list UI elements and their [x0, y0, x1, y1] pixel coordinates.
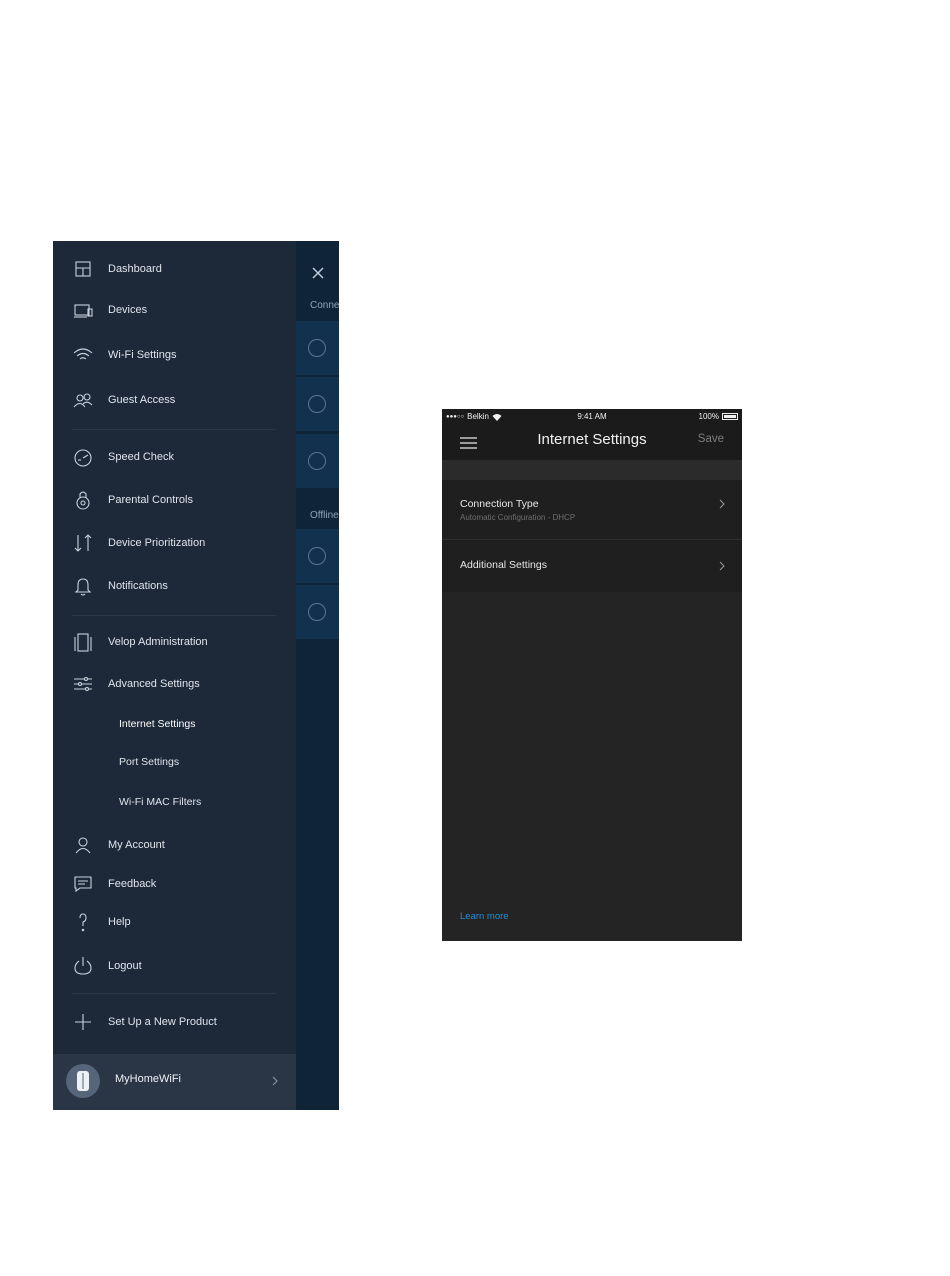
menu-item-label: Device Prioritization — [108, 537, 206, 549]
device-prioritization-icon — [72, 532, 94, 554]
menu-item-label: Devices — [108, 304, 148, 316]
speed-check-icon — [72, 446, 94, 468]
close-icon[interactable] — [310, 265, 326, 281]
save-button[interactable]: Save — [698, 433, 724, 445]
power-icon — [72, 955, 94, 977]
wifi-icon — [72, 344, 94, 366]
dashboard-icon — [72, 258, 94, 280]
menu-item-label: Notifications — [108, 580, 168, 592]
device-row[interactable] — [296, 529, 339, 583]
connection-type-row[interactable]: Connection Type Automatic Configuration … — [442, 480, 742, 539]
menu-item-label: Logout — [108, 960, 142, 972]
bell-icon — [72, 575, 94, 597]
navigation-drawer: Dashboard Devices Wi-Fi Settings Guest A… — [53, 241, 296, 1110]
menu-item-label: Set Up a New Product — [108, 1016, 217, 1028]
chevron-right-icon — [719, 561, 725, 571]
menu-item-feedback[interactable]: Feedback — [53, 868, 296, 900]
learn-more-link[interactable]: Learn more — [460, 911, 509, 922]
avatar — [66, 1064, 100, 1098]
menu-item-set-up-new-product[interactable]: Set Up a New Product — [53, 1006, 296, 1038]
section-spacer — [442, 460, 742, 480]
device-status-icon — [308, 339, 326, 357]
device-row[interactable] — [296, 585, 339, 639]
menu-item-devices[interactable]: Devices — [53, 294, 296, 326]
device-row[interactable] — [296, 434, 339, 488]
menu-item-notifications[interactable]: Notifications — [53, 570, 296, 602]
menu-item-my-account[interactable]: My Account — [53, 829, 296, 861]
menu-item-label: Help — [108, 916, 131, 928]
menu-item-help[interactable]: Help — [53, 906, 296, 938]
menu-divider — [72, 993, 276, 994]
velop-node-icon — [77, 1071, 89, 1091]
submenu-item-label: Port Settings — [119, 756, 180, 768]
connection-type-label: Connection Type — [460, 498, 539, 510]
battery-percent: 100% — [698, 412, 719, 421]
menu-item-wifi-settings[interactable]: Wi-Fi Settings — [53, 339, 296, 371]
chevron-right-icon — [272, 1076, 278, 1086]
menu-item-label: Wi-Fi Settings — [108, 349, 177, 361]
feedback-icon — [72, 873, 94, 895]
help-icon — [72, 911, 94, 933]
guest-access-icon — [72, 389, 94, 411]
submenu-item-wifi-mac-filters[interactable]: Wi-Fi MAC Filters — [53, 786, 296, 818]
menu-item-device-prioritization[interactable]: Device Prioritization — [53, 527, 296, 559]
internet-settings-screen: ●●●○○ Belkin 9:41 AM 100% Internet Setti… — [442, 409, 742, 941]
menu-item-guest-access[interactable]: Guest Access — [53, 384, 296, 416]
velop-icon — [72, 631, 94, 653]
network-name: MyHomeWiFi — [115, 1073, 181, 1085]
battery-icon — [722, 413, 738, 420]
menu-item-label: Guest Access — [108, 394, 176, 406]
status-bar: ●●●○○ Belkin 9:41 AM 100% — [442, 409, 742, 425]
menu-item-label: Feedback — [108, 878, 157, 890]
menu-item-label: Dashboard — [108, 263, 162, 275]
device-status-icon — [308, 452, 326, 470]
device-row[interactable] — [296, 321, 339, 375]
menu-item-label: Advanced Settings — [108, 678, 200, 690]
device-status-icon — [308, 547, 326, 565]
menu-item-speed-check[interactable]: Speed Check — [53, 441, 296, 473]
device-row[interactable] — [296, 377, 339, 431]
device-status-icon — [308, 395, 326, 413]
status-time: 9:41 AM — [577, 412, 607, 421]
user-icon — [72, 834, 94, 856]
menu-divider — [72, 429, 276, 430]
submenu-item-internet-settings[interactable]: Internet Settings — [53, 708, 296, 740]
section-header-connected: Conne — [310, 300, 339, 311]
menu-item-label: Speed Check — [108, 451, 175, 463]
menu-item-advanced-settings[interactable]: Advanced Settings — [53, 668, 296, 700]
connection-type-value: Automatic Configuration - DHCP — [460, 513, 576, 522]
network-selector[interactable]: MyHomeWiFi — [53, 1054, 296, 1110]
submenu-item-label: Internet Settings — [119, 718, 196, 730]
submenu-item-port-settings[interactable]: Port Settings — [53, 746, 296, 778]
menu-item-label: My Account — [108, 839, 165, 851]
background-dashboard-panel: Conne Offline — [296, 241, 339, 1110]
navigation-bar: Internet Settings Save — [442, 425, 742, 460]
battery-info: 100% — [699, 412, 738, 421]
submenu-item-label: Wi-Fi MAC Filters — [119, 796, 202, 808]
menu-item-logout[interactable]: Logout — [53, 950, 296, 982]
menu-item-parental-controls[interactable]: Parental Controls — [53, 484, 296, 516]
menu-divider — [72, 615, 276, 616]
menu-item-label: Parental Controls — [108, 494, 193, 506]
side-menu-screen: Conne Offline Dashboard Devices Wi-Fi Se… — [53, 241, 339, 1110]
device-status-icon — [308, 603, 326, 621]
additional-settings-label: Additional Settings — [460, 559, 547, 571]
menu-item-label: Velop Administration — [108, 636, 208, 648]
devices-icon — [72, 299, 94, 321]
chevron-right-icon — [719, 499, 725, 509]
menu-item-dashboard[interactable]: Dashboard — [53, 253, 296, 285]
plus-icon — [72, 1011, 94, 1033]
section-header-offline: Offline — [310, 510, 339, 521]
additional-settings-row[interactable]: Additional Settings — [442, 540, 742, 592]
parental-controls-icon — [72, 489, 94, 511]
sliders-icon — [72, 673, 94, 695]
menu-item-velop-administration[interactable]: Velop Administration — [53, 626, 296, 658]
